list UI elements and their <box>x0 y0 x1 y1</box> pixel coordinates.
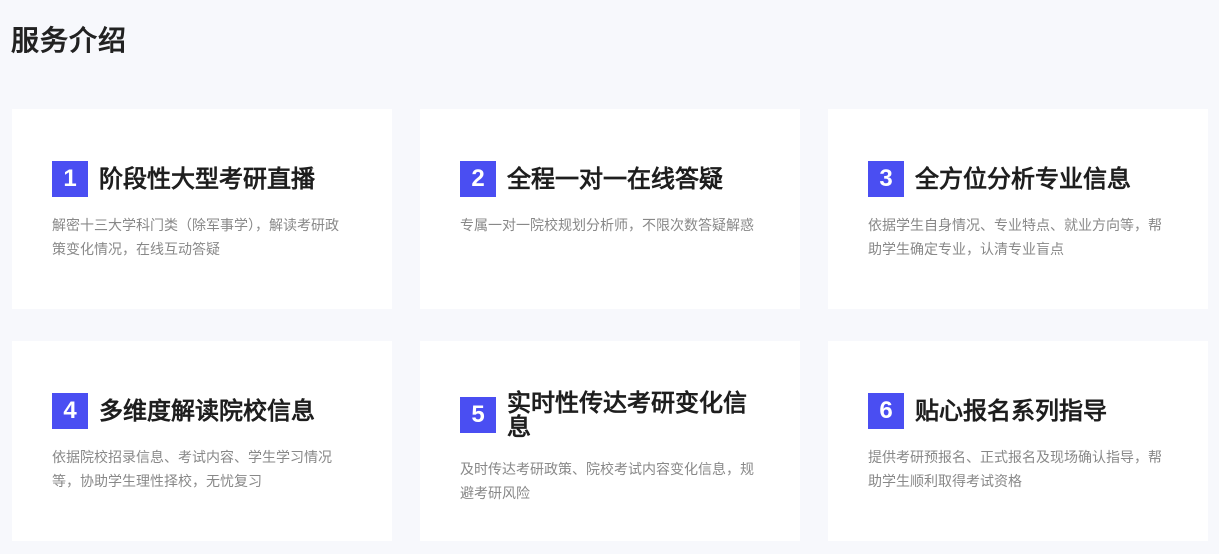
section-title: 服务介绍 <box>11 24 128 57</box>
card-title: 实时性传达考研变化信息 <box>507 389 747 441</box>
card-title: 贴心报名系列指导 <box>915 397 1107 425</box>
card-header: 5 实时性传达考研变化信息 <box>460 391 780 439</box>
card-description: 依据院校招录信息、考试内容、学生学习情况等，协助学生理性择校，无忧复习 <box>52 450 332 490</box>
card-header: 3 全方位分析专业信息 <box>868 161 1188 197</box>
card-description: 解密十三大学科门类（除军事学），解读考研政策变化情况，在线互动答疑 <box>52 218 339 258</box>
card-description: 提供考研预报名、正式报名及现场确认指导，帮助学生顺利取得考试资格 <box>868 450 1162 490</box>
number-badge: 3 <box>868 161 904 197</box>
card-header: 6 贴心报名系列指导 <box>868 393 1188 429</box>
card-title: 全方位分析专业信息 <box>915 165 1131 193</box>
service-card-realtime-updates[interactable]: 5 实时性传达考研变化信息 及时传达考研政策、院校考试内容变化信息，规避考研风险 <box>420 341 800 541</box>
service-card-school-info[interactable]: 4 多维度解读院校信息 依据院校招录信息、考试内容、学生学习情况等，协助学生理性… <box>12 341 392 541</box>
number-badge: 4 <box>52 393 88 429</box>
card-header: 1 阶段性大型考研直播 <box>52 161 372 197</box>
number-badge: 5 <box>460 397 496 433</box>
number-badge: 2 <box>460 161 496 197</box>
number-badge: 1 <box>52 161 88 197</box>
card-title: 阶段性大型考研直播 <box>99 165 315 193</box>
service-card-major-analysis[interactable]: 3 全方位分析专业信息 依据学生自身情况、专业特点、就业方向等，帮助学生确定专业… <box>828 109 1208 309</box>
service-card-live-stream[interactable]: 1 阶段性大型考研直播 解密十三大学科门类（除军事学），解读考研政策变化情况，在… <box>12 109 392 309</box>
service-card-registration-guide[interactable]: 6 贴心报名系列指导 提供考研预报名、正式报名及现场确认指导，帮助学生顺利取得考… <box>828 341 1208 541</box>
card-description: 专属一对一院校规划分析师，不限次数答疑解惑 <box>460 218 754 234</box>
card-header: 4 多维度解读院校信息 <box>52 393 372 429</box>
number-badge: 6 <box>868 393 904 429</box>
card-description: 及时传达考研政策、院校考试内容变化信息，规避考研风险 <box>460 462 754 502</box>
card-title: 多维度解读院校信息 <box>99 397 315 425</box>
card-description: 依据学生自身情况、专业特点、就业方向等，帮助学生确定专业，认清专业盲点 <box>868 218 1162 258</box>
card-title: 全程一对一在线答疑 <box>507 165 723 193</box>
service-card-one-on-one[interactable]: 2 全程一对一在线答疑 专属一对一院校规划分析师，不限次数答疑解惑 <box>420 109 800 309</box>
card-header: 2 全程一对一在线答疑 <box>460 161 780 197</box>
